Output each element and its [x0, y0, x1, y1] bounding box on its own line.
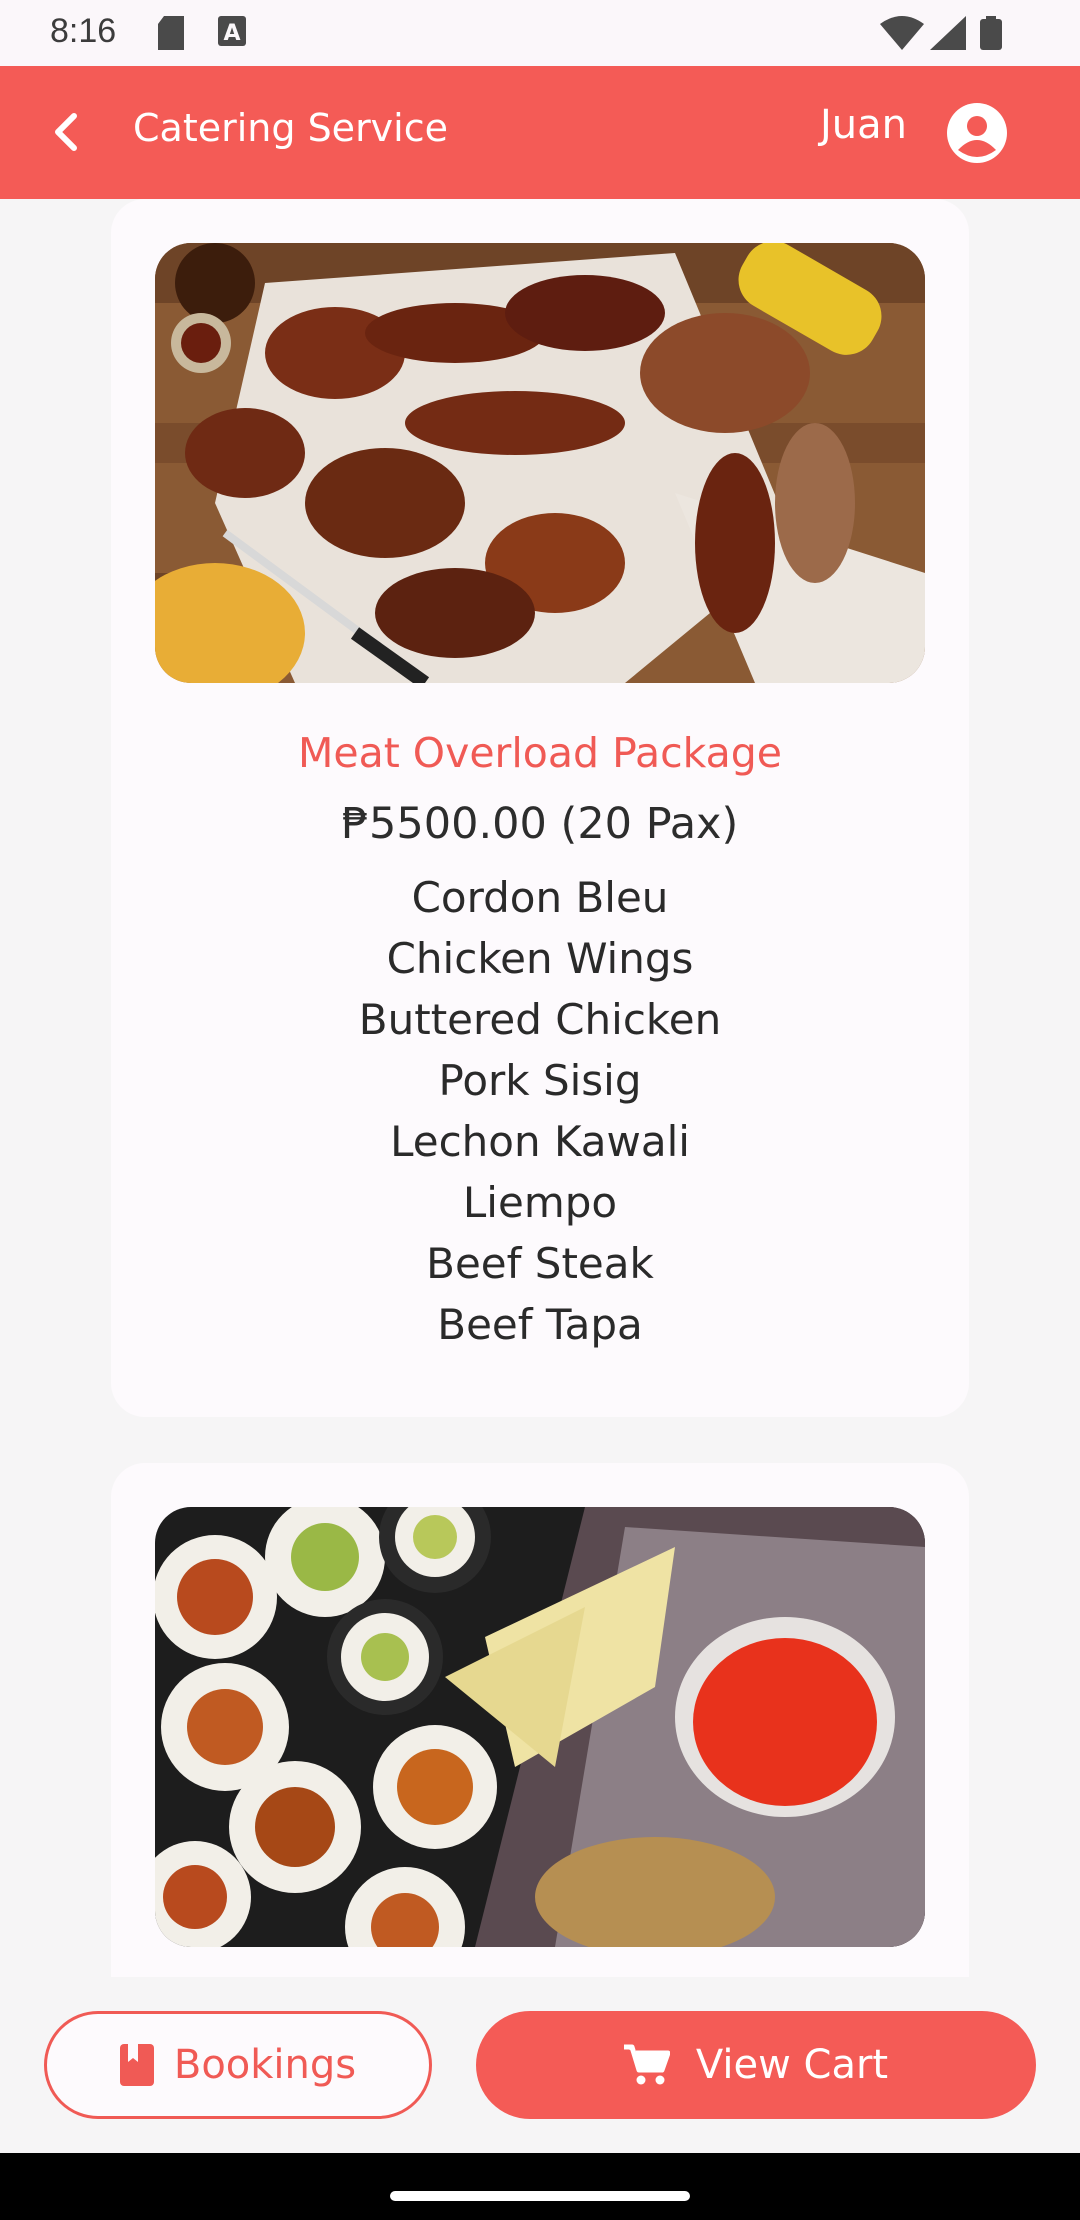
wifi-icon [880, 16, 924, 50]
meat-platter-image [155, 243, 925, 683]
status-time: 8:16 [50, 12, 117, 50]
shopping-cart-icon [623, 2044, 670, 2085]
bookings-button[interactable]: Bookings [44, 2011, 432, 2119]
menu-item: Beef Tapa [437, 1300, 643, 1349]
home-gesture-handle[interactable] [390, 2191, 690, 2201]
sd-card-icon [158, 16, 184, 50]
menu-item: Beef Steak [426, 1239, 654, 1288]
view-cart-label: View Cart [695, 2042, 889, 2088]
package-name: Meat Overload Package [297, 729, 783, 777]
package-card[interactable] [111, 1463, 969, 1977]
view-cart-button[interactable]: View Cart [476, 2011, 1036, 2119]
package-price: ₱5500.00 (20 Pax) [341, 799, 739, 849]
package-card[interactable]: Meat Overload Package ₱5500.00 (20 Pax) … [111, 199, 969, 1417]
bottom-action-bar: Bookings View Cart [0, 1977, 1080, 2153]
svg-text:A: A [223, 21, 240, 46]
menu-item: Buttered Chicken [358, 995, 722, 1044]
menu-item: Liempo [462, 1178, 618, 1227]
menu-item: Chicken Wings [386, 934, 694, 983]
user-name[interactable]: Juan [820, 102, 907, 148]
menu-item: Lechon Kawali [390, 1117, 690, 1166]
back-arrow-icon[interactable] [40, 104, 96, 160]
status-bar: 8:16 A [0, 0, 1080, 66]
system-nav-bar [0, 2153, 1080, 2220]
sushi-platter-image [155, 1507, 925, 1947]
package-menu-list: Cordon Bleu Chicken Wings Buttered Chick… [111, 867, 969, 1355]
package-list[interactable]: Meat Overload Package ₱5500.00 (20 Pax) … [0, 199, 1080, 1977]
signal-icon [930, 16, 966, 50]
account-circle-icon[interactable] [946, 102, 1008, 164]
bookmark-icon [119, 2044, 154, 2086]
menu-item: Pork Sisig [438, 1056, 642, 1105]
app-bar: Catering Service Juan [0, 66, 1080, 199]
text-a-icon: A [218, 16, 246, 46]
battery-icon [980, 16, 1002, 50]
menu-item: Cordon Bleu [411, 873, 669, 922]
page-title: Catering Service [133, 106, 449, 150]
bookings-label: Bookings [173, 2042, 357, 2088]
